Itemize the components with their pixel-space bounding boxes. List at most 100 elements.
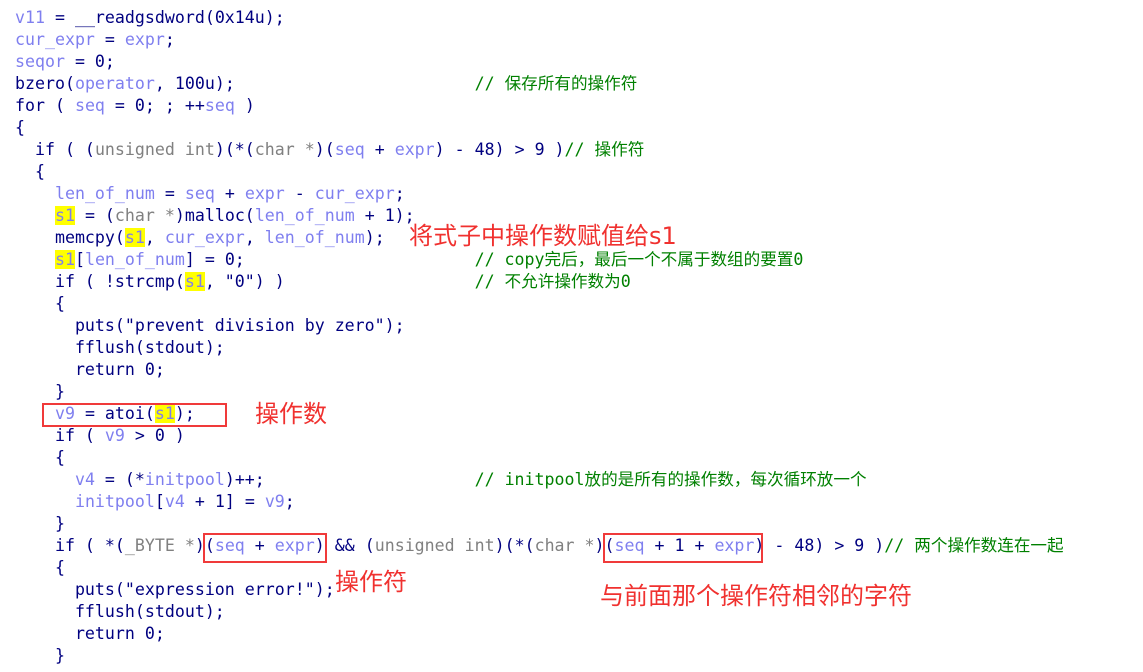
code-token: }: [15, 382, 65, 401]
type-token: char *: [534, 536, 595, 555]
code-line[interactable]: seqor = 0;: [15, 51, 1064, 73]
code-token: ) - 48) > 9 ): [434, 140, 565, 159]
type-token: _BYTE *: [124, 536, 195, 555]
variable-token: len_of_num: [254, 206, 355, 225]
code-line[interactable]: v11 = __readgsdword(0x14u);: [15, 7, 1064, 29]
code-line[interactable]: {: [15, 557, 1064, 579]
code-token: =: [94, 30, 125, 49]
code-line[interactable]: for ( seq = 0; ; ++seq ): [15, 95, 1064, 117]
code-line[interactable]: }: [15, 381, 1064, 403]
type-token: char *: [114, 206, 175, 225]
code-token: = __readgsdword(0x14u);: [44, 8, 285, 27]
code-token: )++;: [224, 470, 475, 489]
code-line[interactable]: v4 = (*initpool)++; // initpool放的是所有的操作数…: [15, 469, 1064, 491]
code-token: }: [15, 514, 65, 533]
code-token: + 1);: [354, 206, 415, 225]
code-token: memcpy(: [15, 228, 125, 247]
variable-token: expr: [394, 140, 435, 159]
code-line[interactable]: puts("prevent division by zero");: [15, 315, 1064, 337]
highlight-box-atoi: [42, 403, 227, 427]
code-token: puts("expression error!");: [15, 580, 335, 599]
comment-token: // initpool放的是所有的操作数，每次循环放一个: [474, 470, 867, 489]
variable-token: v4: [74, 470, 95, 489]
highlighted-variable-token: s1: [184, 272, 205, 291]
code-line[interactable]: bzero(operator, 100u); // 保存所有的操作符: [15, 73, 1064, 95]
code-line[interactable]: if ( !strcmp(s1, "0") ) // 不允许操作数为0: [15, 271, 1064, 293]
highlight-box-operator: [203, 533, 327, 563]
code-token: );: [364, 228, 385, 247]
code-token: for (: [15, 96, 75, 115]
comment-token: // 不允许操作数为0: [474, 272, 631, 291]
code-token: = 0; ; ++: [104, 96, 205, 115]
code-token: return 0;: [15, 360, 165, 379]
code-token: {: [15, 162, 45, 181]
code-token: if ( !strcmp(: [15, 272, 185, 291]
code-token: +: [214, 184, 245, 203]
code-line[interactable]: return 0;: [15, 359, 1064, 381]
highlighted-variable-token: s1: [54, 250, 75, 269]
code-line[interactable]: initpool[v4 + 1] = v9;: [15, 491, 1064, 513]
code-token: ,: [244, 228, 265, 247]
code-line[interactable]: if ( *(_BYTE *)(seq + expr) && (unsigned…: [15, 535, 1064, 557]
comment-token: // 保存所有的操作符: [474, 74, 638, 93]
variable-token: seq: [204, 96, 235, 115]
variable-token: seq: [334, 140, 365, 159]
code-line[interactable]: cur_expr = expr;: [15, 29, 1064, 51]
type-token: unsigned int: [94, 140, 215, 159]
code-token: [: [74, 250, 85, 269]
code-token: if ( *(: [15, 536, 125, 555]
code-token: = (*: [94, 470, 145, 489]
code-token: > 0 ): [124, 426, 185, 445]
code-line[interactable]: if ( (unsigned int)(*(char *)(seq + expr…: [15, 139, 1064, 161]
code-token: )malloc(: [174, 206, 255, 225]
code-line[interactable]: {: [15, 447, 1064, 469]
code-token: {: [15, 294, 65, 313]
code-line[interactable]: return 0;: [15, 623, 1064, 645]
variable-token: len_of_num: [54, 184, 155, 203]
code-line[interactable]: }: [15, 513, 1064, 535]
type-token: char *: [254, 140, 315, 159]
code-token: )(: [314, 140, 335, 159]
code-token: ;: [394, 184, 405, 203]
code-token: = 0;: [64, 52, 115, 71]
code-line[interactable]: {: [15, 117, 1064, 139]
highlighted-variable-token: s1: [54, 206, 75, 225]
code-token: ] = 0;: [184, 250, 475, 269]
code-line[interactable]: {: [15, 161, 1064, 183]
variable-token: initpool: [144, 470, 225, 489]
comment-token: // 两个操作数连在一起: [884, 536, 1064, 555]
variable-token: v9: [104, 426, 125, 445]
code-line[interactable]: }: [15, 645, 1064, 667]
variable-token: len_of_num: [84, 250, 185, 269]
code-token: {: [15, 558, 65, 577]
comment-token: // copy完后，最后一个不属于数组的要置0: [474, 250, 804, 269]
code-line[interactable]: fflush(stdout);: [15, 337, 1064, 359]
code-line[interactable]: len_of_num = seq + expr - cur_expr;: [15, 183, 1064, 205]
variable-token: cur_expr: [314, 184, 395, 203]
code-token: if (: [15, 426, 105, 445]
code-token: +: [364, 140, 395, 159]
code-line[interactable]: if ( v9 > 0 ): [15, 425, 1064, 447]
annotation-adjacent-char: 与前面那个操作符相邻的字符: [600, 582, 912, 610]
code-line[interactable]: s1[len_of_num] = 0; // copy完后，最后一个不属于数组的…: [15, 249, 1064, 271]
code-token: ;: [284, 492, 295, 511]
code-token: + 1] =: [184, 492, 265, 511]
variable-token: seq: [74, 96, 105, 115]
variable-token: operator: [74, 74, 155, 93]
variable-token: len_of_num: [264, 228, 365, 247]
variable-token: v11: [15, 8, 45, 27]
variable-token: expr: [244, 184, 285, 203]
code-line[interactable]: {: [15, 293, 1064, 315]
code-token: fflush(stdout);: [15, 602, 225, 621]
code-token: {: [15, 118, 25, 137]
pseudocode-view[interactable]: v11 = __readgsdword(0x14u); cur_expr = ex…: [15, 7, 1064, 667]
type-token: unsigned int: [374, 536, 495, 555]
variable-token: v4: [164, 492, 185, 511]
code-token: ,: [144, 228, 165, 247]
code-token: = (: [74, 206, 115, 225]
comment-token: // 操作符: [564, 140, 645, 159]
